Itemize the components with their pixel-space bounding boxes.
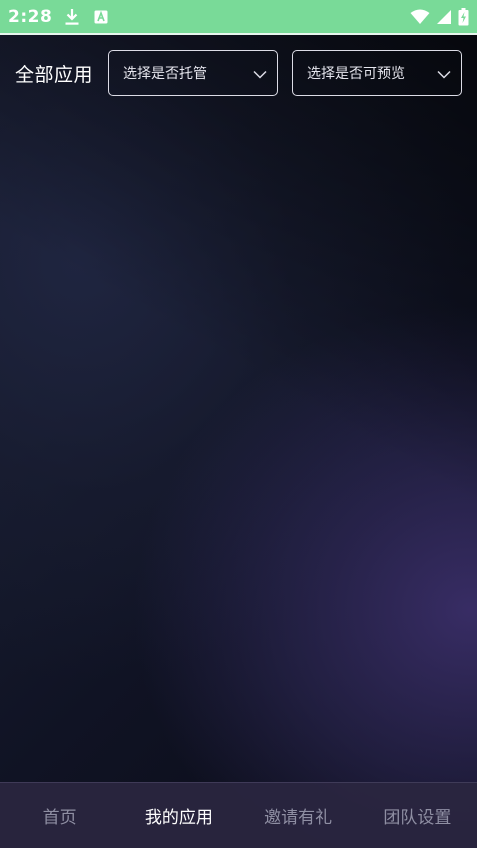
status-time: 2:28 <box>8 6 53 27</box>
preview-filter-placeholder: 选择是否可预览 <box>307 66 405 82</box>
status-bar: 2:28 <box>0 0 477 33</box>
status-bar-divider <box>0 33 477 35</box>
nav-item-team-settings[interactable]: 团队设置 <box>358 783 477 848</box>
a-letter-icon <box>94 10 108 24</box>
page-title: 全部应用 <box>15 64 94 86</box>
app-screen: 2:28 全部应用 选择是否托管 选择是否可预览 首页 我的应用 邀请有礼 团队… <box>0 0 477 848</box>
filter-row: 全部应用 选择是否托管 选择是否可预览 <box>0 50 477 96</box>
hosted-filter-select[interactable]: 选择是否托管 <box>108 50 278 96</box>
nav-item-invite[interactable]: 邀请有礼 <box>239 783 358 848</box>
nav-item-my-apps[interactable]: 我的应用 <box>119 783 238 848</box>
chevron-down-icon <box>253 67 267 83</box>
status-left-icons <box>64 8 108 26</box>
preview-filter-select[interactable]: 选择是否可预览 <box>292 50 462 96</box>
battery-charging-icon <box>458 7 469 26</box>
status-right-icons <box>410 7 469 26</box>
chevron-down-icon <box>437 67 451 83</box>
hosted-filter-placeholder: 选择是否托管 <box>123 66 207 82</box>
nav-item-home[interactable]: 首页 <box>0 783 119 848</box>
bottom-nav: 首页 我的应用 邀请有礼 团队设置 <box>0 782 477 848</box>
download-icon <box>64 8 80 26</box>
signal-icon <box>436 9 452 25</box>
wifi-icon <box>410 9 430 25</box>
